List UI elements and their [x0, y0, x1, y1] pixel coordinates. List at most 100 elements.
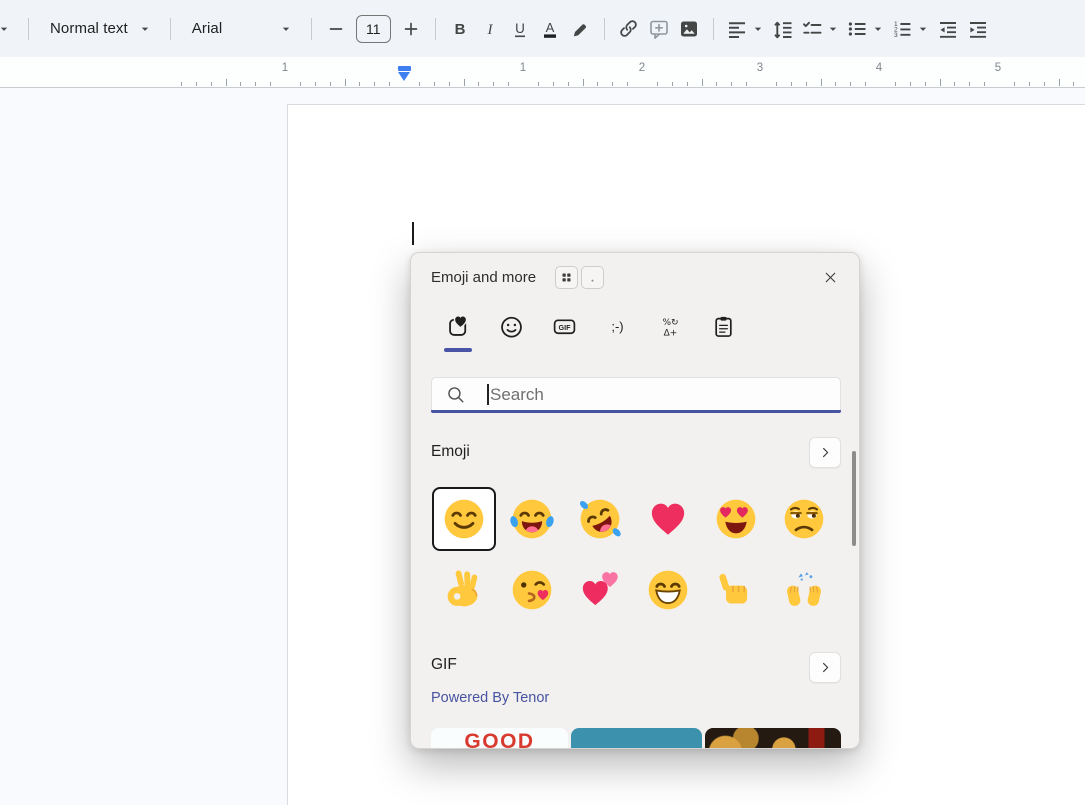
ruler-tick: [226, 79, 227, 86]
text-cursor: [412, 222, 414, 245]
svg-text:I: I: [486, 22, 493, 38]
face-with-tears-of-joy-icon: [508, 495, 556, 543]
numbered-list-icon: 123: [890, 17, 914, 41]
emoji-rolling-on-the-floor-laughing[interactable]: [568, 487, 632, 551]
ruler-tick: [1073, 82, 1074, 87]
search-input[interactable]: [488, 380, 832, 410]
svg-text:U: U: [515, 20, 525, 35]
panel-scrollbar[interactable]: [852, 451, 856, 546]
ruler-number: 1: [520, 62, 526, 74]
ruler-tick: [181, 82, 182, 87]
add-comment-button[interactable]: [646, 13, 672, 45]
increase-font-size-button[interactable]: [398, 13, 424, 45]
numbered-list-button[interactable]: 123: [890, 13, 931, 45]
tab-kaomoji-icon: ;-): [604, 313, 631, 340]
gif-tab[interactable]: GIF: [546, 306, 582, 346]
bold-button[interactable]: B: [447, 13, 473, 45]
indent-increase-button[interactable]: [965, 13, 991, 45]
ruler-number: 5: [995, 62, 1001, 74]
line-spacing-button[interactable]: [770, 13, 796, 45]
checklist-button[interactable]: [800, 13, 841, 45]
emoji-row: [432, 558, 840, 622]
font-size-input[interactable]: 11: [356, 15, 391, 43]
highlight-color-button[interactable]: [567, 13, 593, 45]
svg-text:Δ+: Δ+: [663, 328, 677, 338]
ruler-tick: [345, 79, 346, 86]
font-family-dropdown[interactable]: Arial: [180, 13, 302, 45]
first-line-indent-marker[interactable]: [398, 66, 411, 71]
ruler-number: 2: [639, 62, 645, 74]
gif-thumb-good[interactable]: GOOD: [431, 728, 568, 749]
left-indent-marker[interactable]: [398, 72, 410, 81]
insert-image-button[interactable]: [676, 13, 702, 45]
emoji-tab[interactable]: [493, 306, 529, 346]
ruler-tick: [850, 82, 851, 87]
ruler-tick: [464, 79, 465, 86]
toolbar-separator: [28, 18, 29, 40]
indent-decrease-icon: [936, 17, 960, 41]
emoji-raising-hands[interactable]: [772, 558, 836, 622]
tenor-attribution-link[interactable]: Powered By Tenor: [431, 690, 549, 706]
emoji-beaming-face-with-smiling-eyes[interactable]: [636, 558, 700, 622]
emoji-see-more-button[interactable]: [809, 437, 841, 468]
gif-see-more-button[interactable]: [809, 652, 841, 683]
dock-button[interactable]: [581, 266, 604, 289]
ruler-tick: [984, 82, 985, 87]
ruler-tick: [895, 82, 896, 87]
unamused-face-icon: [780, 495, 828, 543]
symbols-tab[interactable]: %↻ Δ+: [652, 306, 688, 346]
styles-dropdown[interactable]: Normal text: [38, 13, 161, 45]
close-icon: [822, 269, 839, 286]
recent-tab[interactable]: [440, 306, 476, 346]
bulleted-list-button[interactable]: [845, 13, 886, 45]
ruler-tick: [330, 82, 331, 87]
bold-icon: B: [448, 17, 472, 41]
svg-text:;-): ;-): [611, 319, 623, 334]
ruler-tick: [300, 82, 301, 87]
ruler-tick: [389, 82, 390, 87]
emoji-thumbs-up[interactable]: [704, 558, 768, 622]
emoji-unamused-face[interactable]: [772, 487, 836, 551]
grid-icon: [559, 270, 574, 285]
ruler-tick: [434, 82, 435, 87]
ruler-tick: [835, 82, 836, 87]
tab-recent-icon: [445, 313, 472, 340]
ruler-tick: [969, 82, 970, 87]
decrease-font-size-button[interactable]: [323, 13, 349, 45]
indent-increase-icon: [966, 17, 990, 41]
chevron-down-icon: [278, 21, 294, 37]
ruler-tick: [1014, 82, 1015, 87]
emoji-face-blowing-a-kiss[interactable]: [500, 558, 564, 622]
ruler-tick: [954, 82, 955, 87]
emoji-smiling-face-with-smiling-eyes[interactable]: [432, 487, 496, 551]
svg-text:A: A: [545, 20, 554, 35]
emoji-face-with-tears-of-joy[interactable]: [500, 487, 564, 551]
kaomoji-tab[interactable]: ;-): [599, 306, 635, 346]
more-options-caret[interactable]: [0, 13, 17, 45]
highlighter-icon: [568, 17, 592, 41]
ruler-tick: [925, 82, 926, 87]
emoji-red-heart[interactable]: [636, 487, 700, 551]
clipboard-tab[interactable]: [705, 306, 741, 346]
italic-button[interactable]: I: [477, 13, 503, 45]
gif-thumb-teal[interactable]: [571, 728, 702, 749]
underline-button[interactable]: U: [507, 13, 533, 45]
emoji-two-hearts[interactable]: [568, 558, 632, 622]
grid-view-button[interactable]: [555, 266, 578, 289]
link-icon: [616, 16, 641, 41]
selected-tab-underline: [444, 348, 472, 352]
ruler-number: 4: [876, 62, 882, 74]
emoji-smiling-face-with-heart-eyes[interactable]: [704, 487, 768, 551]
svg-text:GIF: GIF: [558, 322, 571, 331]
gif-thumb-photo[interactable]: [705, 728, 841, 749]
ruler-tick: [211, 82, 212, 87]
toolbar-separator: [713, 18, 714, 40]
emoji-ok-hand[interactable]: [432, 558, 496, 622]
svg-text:3: 3: [894, 31, 898, 38]
close-button[interactable]: [817, 264, 843, 290]
text-color-button[interactable]: A: [537, 13, 563, 45]
indent-decrease-button[interactable]: [935, 13, 961, 45]
insert-link-button[interactable]: [616, 13, 642, 45]
search-box[interactable]: [431, 377, 841, 411]
align-button[interactable]: [725, 13, 766, 45]
